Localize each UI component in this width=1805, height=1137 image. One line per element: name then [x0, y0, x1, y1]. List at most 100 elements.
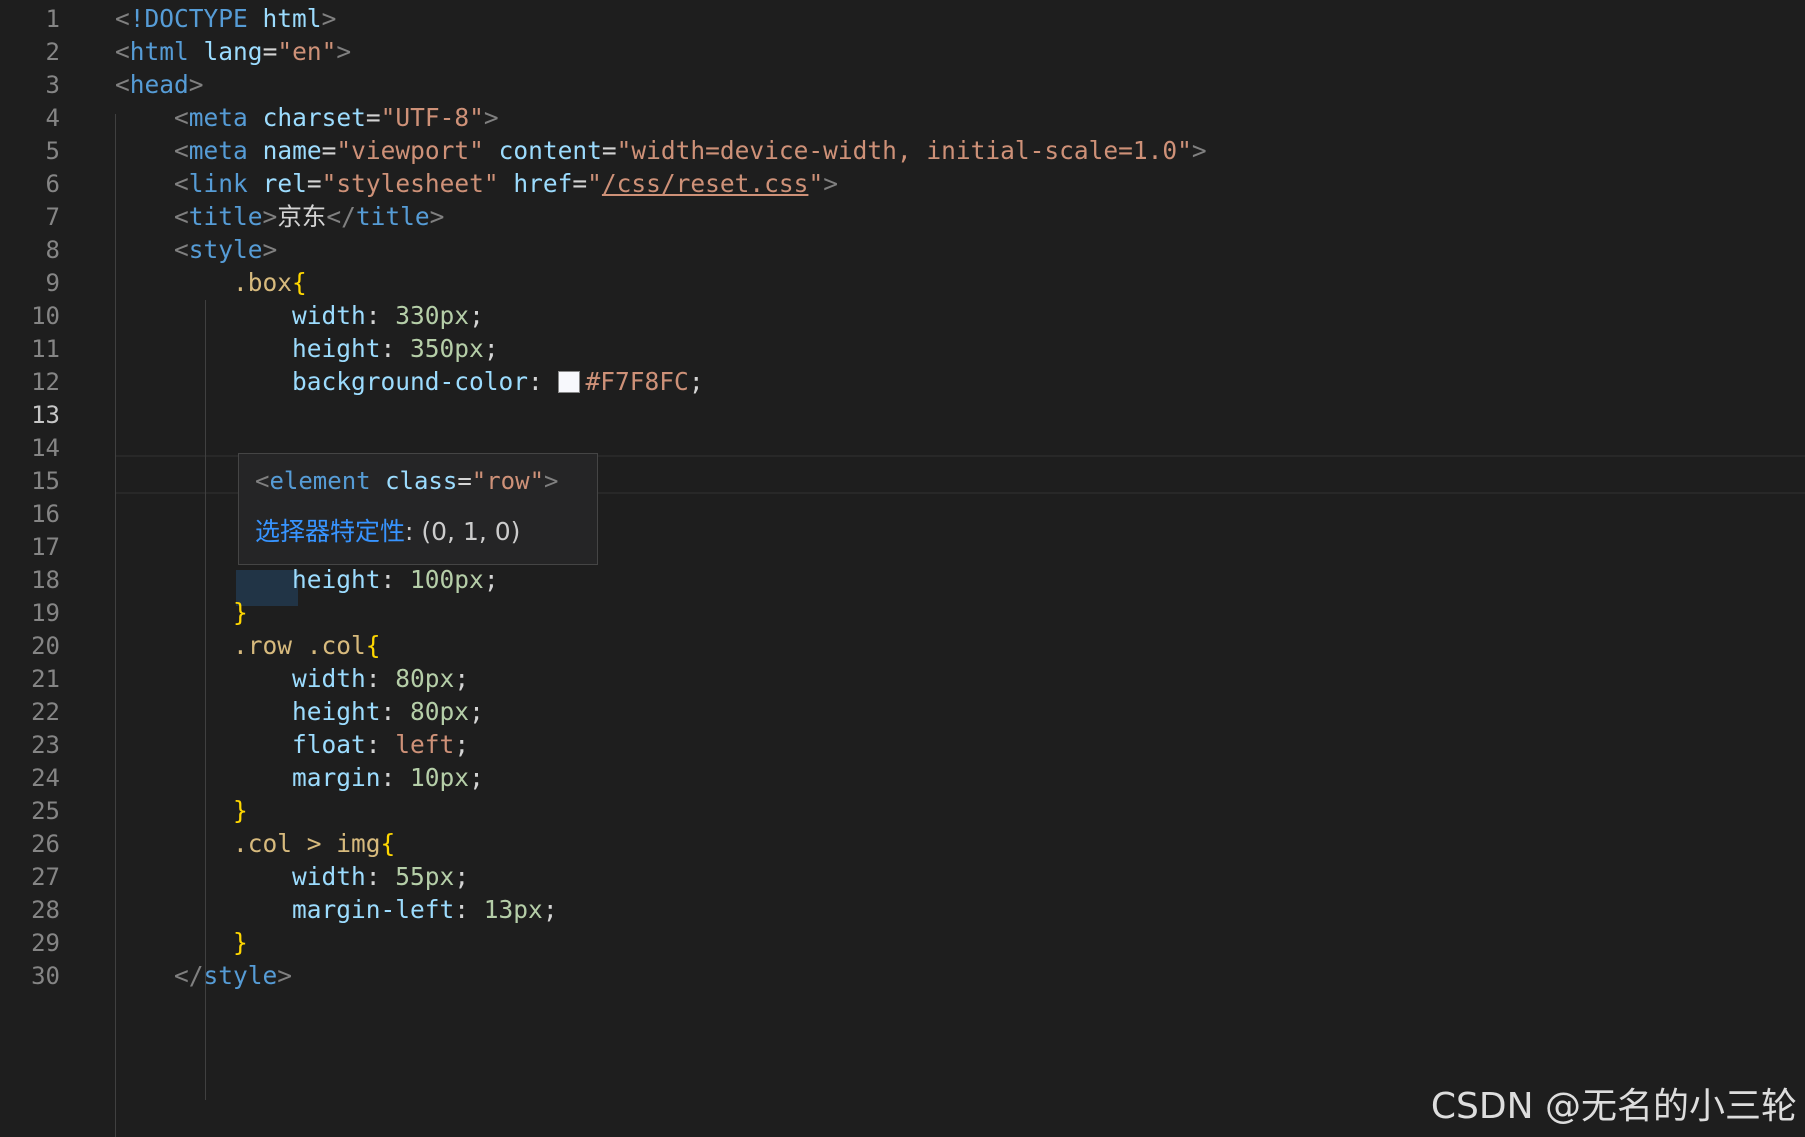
code-token: "width=device-width, initial-scale=1.0" — [616, 136, 1192, 165]
code-token: ; — [483, 565, 499, 594]
code-token: { — [365, 631, 381, 660]
code-token: "en" — [277, 37, 337, 66]
code-token: : — [380, 334, 411, 363]
code-token: < — [115, 37, 130, 66]
code-token: 350px — [410, 334, 484, 363]
code-token: = — [306, 169, 322, 198]
code-token: ; — [469, 697, 484, 726]
code-token: ; — [483, 334, 499, 363]
code-token: = — [572, 169, 588, 198]
code-token: > — [277, 961, 293, 990]
code-token: margin-left — [292, 895, 455, 924]
hover-element-tag: element — [269, 467, 371, 495]
code-token: 13px — [483, 895, 543, 924]
code-token: = — [262, 37, 278, 66]
code-token: < — [174, 202, 189, 231]
code-token: lang — [203, 37, 263, 66]
code-token: ; — [542, 895, 558, 924]
code-token: < — [174, 103, 189, 132]
code-token: = — [601, 136, 617, 165]
specificity-link[interactable]: 选择器特定性 — [255, 517, 405, 546]
hover-element-eq: = — [457, 467, 472, 495]
code-token: meta — [188, 136, 248, 165]
code-line[interactable]: </style> — [115, 957, 292, 995]
code-token: html — [129, 37, 189, 66]
code-token: height — [292, 565, 381, 594]
hover-element-close: > — [544, 467, 559, 495]
code-line[interactable]: background-color: #F7F8FC; — [115, 363, 704, 401]
code-token: html — [262, 4, 322, 33]
code-token: height — [292, 697, 381, 726]
code-token: title — [188, 202, 263, 231]
hover-tooltip: <element class="row"> 选择器特定性: (0, 1, 0) — [238, 453, 598, 565]
code-token: " — [808, 169, 824, 198]
code-token: : — [365, 301, 396, 330]
code-token: 330px — [395, 301, 470, 330]
code-token: head — [129, 70, 189, 99]
code-token: > — [483, 103, 499, 132]
code-token: > — [262, 202, 278, 231]
code-token: > — [1191, 136, 1207, 165]
code-token: height — [292, 334, 381, 363]
code-token: : — [380, 697, 411, 726]
code-token: name — [262, 136, 322, 165]
code-token: < — [115, 70, 130, 99]
code-token: } — [233, 598, 248, 627]
line-number: 30 — [31, 962, 60, 990]
code-token: left — [395, 730, 455, 759]
hover-specificity: 选择器特定性: (0, 1, 0) — [255, 514, 520, 550]
code-token: > — [188, 70, 204, 99]
code-token: : — [365, 730, 396, 759]
code-token: : — [365, 664, 396, 693]
code-token: background-color — [292, 367, 529, 396]
hover-element-preview: <element class="row"> — [255, 464, 558, 498]
code-token: /css/reset.css — [601, 169, 809, 198]
code-token: style — [203, 961, 278, 990]
code-token: > — [262, 235, 278, 264]
code-token: < — [174, 235, 189, 264]
code-token: .col > img — [233, 829, 381, 858]
color-swatch[interactable] — [557, 371, 580, 393]
code-token: rel — [262, 169, 307, 198]
code-token: .box — [233, 268, 293, 297]
code-token: 80px — [410, 697, 470, 726]
code-token: > — [336, 37, 352, 66]
code-token: 55px — [395, 862, 455, 891]
code-token: !DOCTYPE — [129, 4, 248, 33]
code-token: > — [823, 169, 838, 198]
code-token: width — [292, 862, 366, 891]
code-token: href — [513, 169, 573, 198]
code-editor[interactable]: 1 2 3 4 5 6 7 8 9 10 11 12 13 14 15 16 17 18 19 20 21 22 23 24 2… — [0, 0, 1805, 1137]
code-token: > — [321, 4, 337, 33]
code-token: : — [528, 367, 558, 396]
code-token: { — [380, 829, 396, 858]
code-token: { — [292, 268, 307, 297]
code-token: charset — [262, 103, 366, 132]
code-token: content — [498, 136, 602, 165]
hover-element-attr: class — [385, 467, 458, 495]
code-token: margin — [292, 763, 381, 792]
code-token: : — [454, 895, 484, 924]
code-token: < — [174, 169, 189, 198]
code-token: < — [115, 4, 130, 33]
code-token: meta — [188, 103, 248, 132]
code-token: ; — [454, 862, 470, 891]
code-token: } — [233, 928, 248, 957]
code-token: : — [380, 565, 411, 594]
